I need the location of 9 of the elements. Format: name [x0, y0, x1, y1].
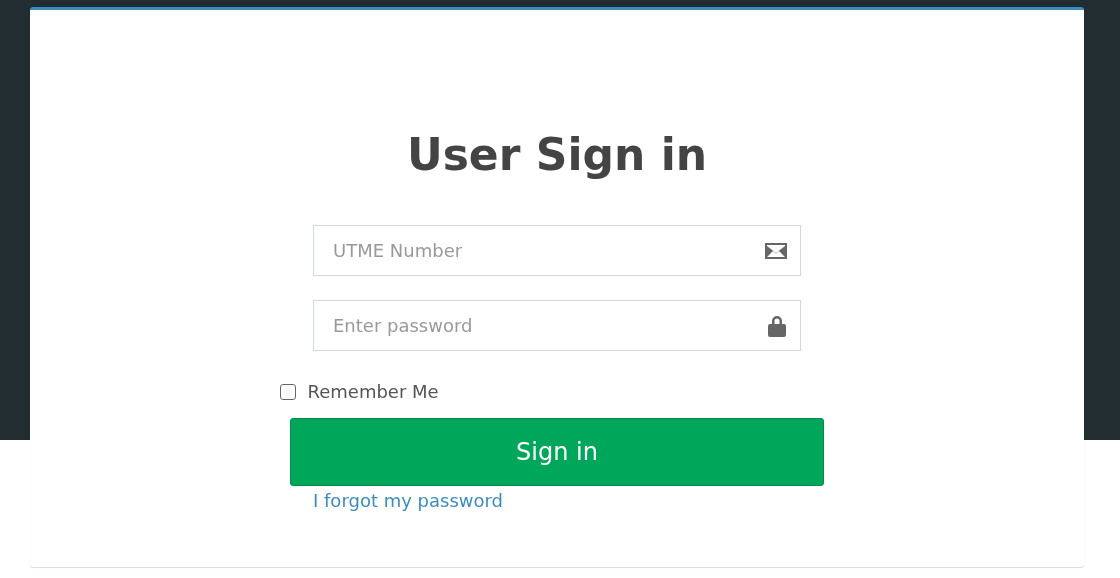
page-title: User Sign in [406, 128, 708, 182]
lock-icon [767, 314, 787, 337]
checkbox[interactable] [279, 383, 296, 400]
sign-in-button[interactable]: Sign in [290, 418, 824, 486]
envelope-icon [765, 241, 787, 260]
forgot-password-link[interactable]: I forgot my password [313, 490, 504, 511]
number-field[interactable]: UTME Number [313, 225, 801, 276]
password-field[interactable]: Enter password [313, 300, 801, 351]
checkbox-label: Remember Me [307, 381, 439, 402]
